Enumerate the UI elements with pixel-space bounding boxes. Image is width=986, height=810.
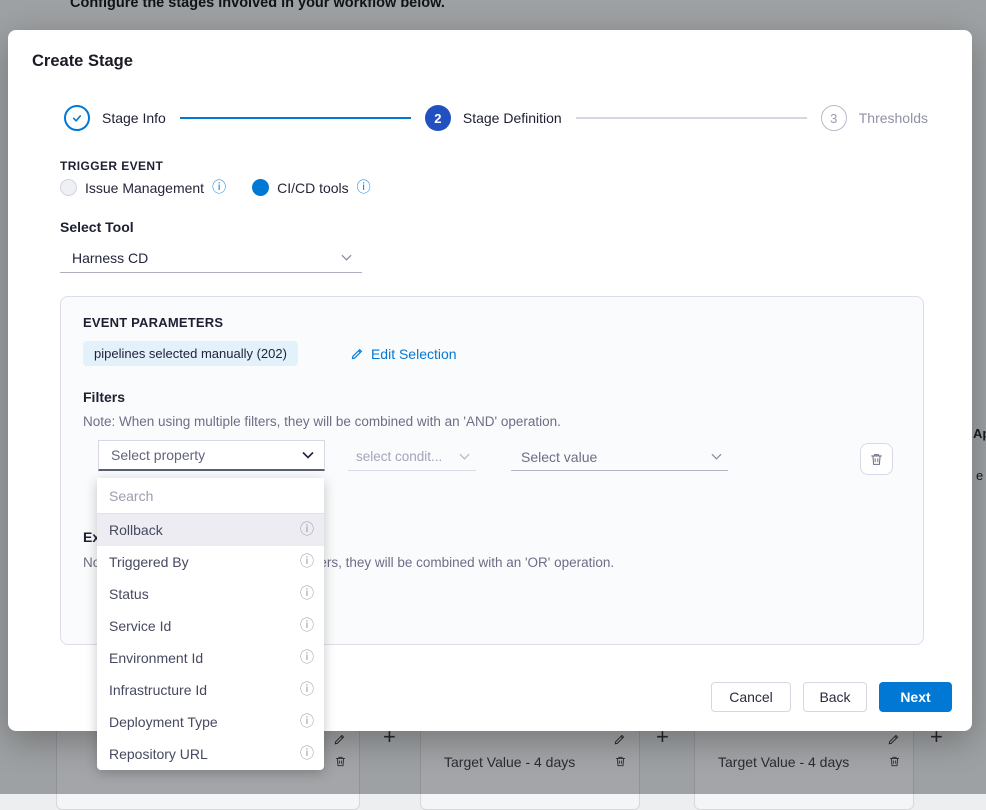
radio-label: CI/CD tools: [277, 180, 349, 196]
step-stage-info[interactable]: Stage Info: [64, 105, 166, 131]
dropdown-item-triggered-by[interactable]: Triggered By ⓘ: [97, 546, 324, 578]
step-number: 2: [425, 105, 451, 131]
dropdown-item-label: Status: [109, 586, 149, 602]
modal-title: Create Stage: [32, 52, 133, 71]
chevron-down-icon: [302, 451, 314, 459]
info-icon[interactable]: ⓘ: [300, 747, 314, 761]
modal-footer: Cancel Back Next: [711, 682, 952, 712]
dropdown-item-label: Service Id: [109, 618, 171, 634]
dropdown-search-input[interactable]: [109, 488, 312, 504]
dropdown-item-label: Repository URL: [109, 746, 208, 762]
property-select[interactable]: Select property: [98, 440, 325, 471]
step-label: Thresholds: [859, 110, 928, 126]
dropdown-search: [97, 478, 324, 514]
step-label: Stage Definition: [463, 110, 562, 126]
chevron-down-icon: [711, 453, 722, 460]
step-label: Stage Info: [102, 110, 166, 126]
trash-icon: [869, 452, 884, 467]
pencil-icon: [350, 347, 364, 361]
condition-select[interactable]: select condit...: [348, 443, 476, 471]
tool-select[interactable]: Harness CD: [60, 243, 362, 273]
dropdown-item-label: Environment Id: [109, 650, 203, 666]
info-icon[interactable]: ⓘ: [357, 181, 371, 195]
selection-row: pipelines selected manually (202) Edit S…: [83, 341, 457, 366]
step-number: 3: [821, 105, 847, 131]
step-connector: [180, 117, 411, 119]
info-icon[interactable]: ⓘ: [212, 181, 226, 195]
info-icon[interactable]: ⓘ: [300, 555, 314, 569]
chevron-down-icon: [459, 453, 470, 460]
dropdown-item-label: Rollback: [109, 522, 163, 538]
value-select[interactable]: Select value: [511, 443, 728, 471]
value-select-placeholder: Select value: [521, 449, 597, 465]
radio-cicd-tools[interactable]: CI/CD tools ⓘ: [252, 179, 371, 196]
dropdown-item-status[interactable]: Status ⓘ: [97, 578, 324, 610]
radio-unselected-icon: [60, 179, 77, 196]
delete-filter-button[interactable]: [860, 443, 893, 475]
property-dropdown-menu: Rollback ⓘ Triggered By ⓘ Status ⓘ Servi…: [97, 478, 324, 770]
condition-select-placeholder: select condit...: [356, 449, 442, 464]
step-stage-definition[interactable]: 2 Stage Definition: [425, 105, 562, 131]
radio-issue-management[interactable]: Issue Management ⓘ: [60, 179, 226, 196]
chevron-down-icon: [341, 254, 352, 261]
dropdown-item-deployment-type[interactable]: Deployment Type ⓘ: [97, 706, 324, 738]
back-button[interactable]: Back: [803, 682, 867, 712]
trigger-event-options: Issue Management ⓘ CI/CD tools ⓘ: [60, 179, 371, 196]
radio-selected-icon: [252, 179, 269, 196]
check-icon: [64, 105, 90, 131]
trigger-event-label: TRIGGER EVENT: [60, 159, 163, 173]
event-parameters-heading: EVENT PARAMETERS: [83, 315, 223, 330]
wizard-stepper: Stage Info 2 Stage Definition 3 Threshol…: [64, 105, 928, 131]
edit-selection-label: Edit Selection: [371, 346, 457, 362]
selection-badge: pipelines selected manually (202): [83, 341, 298, 366]
filters-heading: Filters: [83, 389, 125, 405]
step-connector: [576, 117, 807, 119]
dropdown-item-repository-url[interactable]: Repository URL ⓘ: [97, 738, 324, 770]
dropdown-item-environment-id[interactable]: Environment Id ⓘ: [97, 642, 324, 674]
select-tool-label: Select Tool: [60, 219, 134, 235]
next-button[interactable]: Next: [879, 682, 952, 712]
info-icon[interactable]: ⓘ: [300, 523, 314, 537]
filters-note: Note: When using multiple filters, they …: [83, 414, 561, 429]
edit-selection-link[interactable]: Edit Selection: [350, 346, 457, 362]
info-icon[interactable]: ⓘ: [300, 619, 314, 633]
dropdown-item-label: Infrastructure Id: [109, 682, 207, 698]
tool-select-value: Harness CD: [72, 250, 148, 266]
step-thresholds: 3 Thresholds: [821, 105, 928, 131]
dropdown-item-label: Deployment Type: [109, 714, 218, 730]
cancel-button[interactable]: Cancel: [711, 682, 791, 712]
info-icon[interactable]: ⓘ: [300, 715, 314, 729]
info-icon[interactable]: ⓘ: [300, 651, 314, 665]
dropdown-item-service-id[interactable]: Service Id ⓘ: [97, 610, 324, 642]
property-select-placeholder: Select property: [111, 447, 205, 463]
dropdown-item-label: Triggered By: [109, 554, 189, 570]
dropdown-item-rollback[interactable]: Rollback ⓘ: [97, 514, 324, 546]
info-icon[interactable]: ⓘ: [300, 683, 314, 697]
radio-label: Issue Management: [85, 180, 204, 196]
dropdown-item-infrastructure-id[interactable]: Infrastructure Id ⓘ: [97, 674, 324, 706]
info-icon[interactable]: ⓘ: [300, 587, 314, 601]
